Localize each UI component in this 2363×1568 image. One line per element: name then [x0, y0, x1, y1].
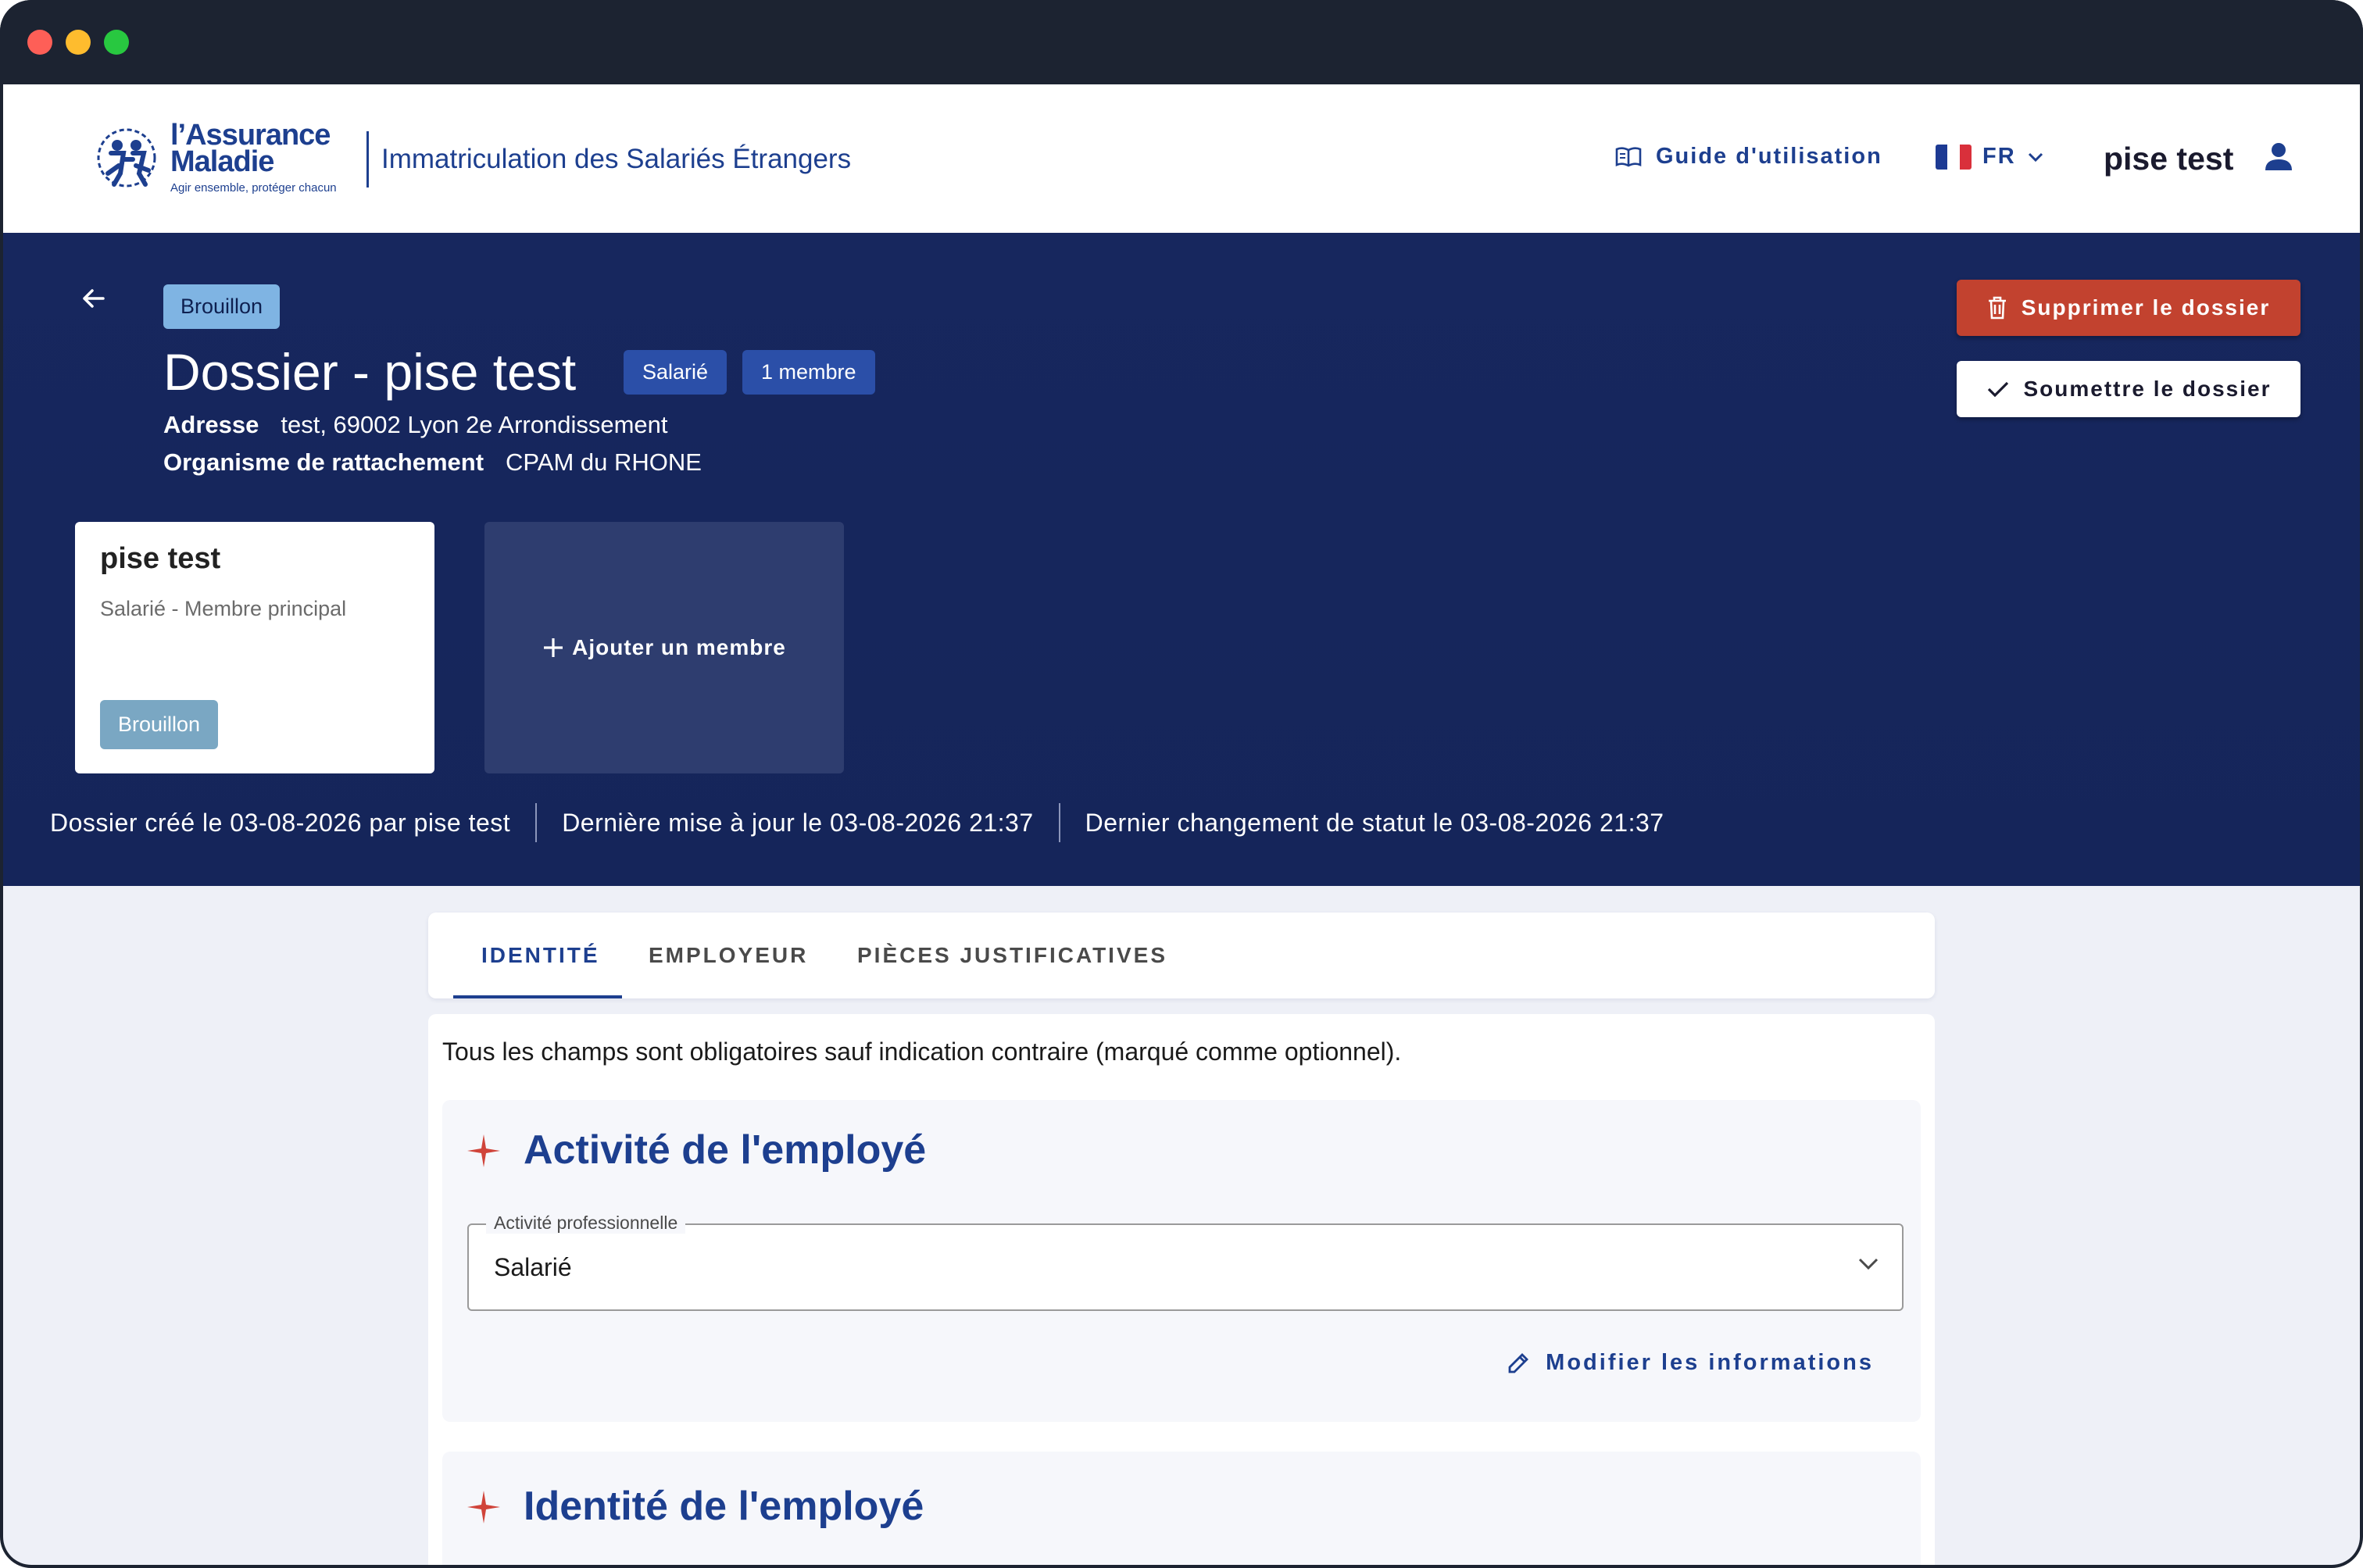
pencil-icon: [1508, 1352, 1529, 1373]
language-selector[interactable]: FR: [1936, 144, 2044, 170]
created-info: Dossier créé le 03-08-2026 par pise test: [50, 808, 511, 837]
delete-dossier-button[interactable]: Supprimer le dossier: [1957, 280, 2300, 336]
meta-divider: [535, 803, 538, 842]
submit-label: Soumettre le dossier: [2023, 377, 2272, 401]
dossier-meta: Dossier créé le 03-08-2026 par pise test…: [50, 803, 1664, 842]
dossier-hero: Brouillon Dossier - pise test Salarié 1 …: [3, 233, 2360, 886]
member-name: pise test: [100, 542, 221, 575]
member-status-badge: Brouillon: [100, 700, 219, 749]
add-member-button[interactable]: Ajouter un membre: [484, 522, 844, 773]
close-window-button[interactable]: [27, 30, 52, 55]
section-title: Activité de l'employé: [524, 1127, 927, 1173]
section-title: Identité de l'employé: [524, 1484, 924, 1529]
delete-label: Supprimer le dossier: [2021, 295, 2271, 320]
tab-employeur[interactable]: EMPLOYEUR: [649, 913, 808, 998]
status-badge: Brouillon: [163, 284, 281, 329]
active-tab-indicator: [453, 995, 622, 998]
activity-value: Salarié: [494, 1253, 572, 1281]
user-name[interactable]: pise test: [2104, 141, 2233, 177]
guide-label: Guide d'utilisation: [1656, 144, 1882, 169]
submit-dossier-button[interactable]: Soumettre le dossier: [1957, 361, 2300, 417]
add-member-label: Ajouter un membre: [572, 635, 786, 659]
sparkle-icon: [467, 1134, 500, 1167]
page-viewport: l’Assurance Maladie Agir ensemble, proté…: [3, 84, 2360, 1565]
organism-label: Organisme de rattachement: [163, 448, 484, 476]
window-titlebar: [0, 0, 2363, 84]
section-activite: Activité de l'employé Activité professio…: [442, 1100, 1921, 1422]
member-card[interactable]: pise test Salarié - Membre principal Bro…: [75, 522, 434, 773]
site-header: l’Assurance Maladie Agir ensemble, proté…: [3, 84, 2360, 233]
modify-info-link[interactable]: Modifier les informations: [1507, 1350, 1874, 1376]
status-changed-info: Dernier changement de statut le 03-08-20…: [1085, 808, 1664, 837]
chevron-down-icon: [1858, 1258, 1879, 1270]
activity-label: Activité professionnelle: [486, 1213, 686, 1234]
logo-emblem-icon: [97, 128, 156, 188]
maximize-window-button[interactable]: [104, 30, 129, 55]
browser-window: l’Assurance Maladie Agir ensemble, proté…: [0, 0, 2363, 1568]
person-icon[interactable]: [2263, 141, 2294, 172]
type-badge: Salarié: [624, 350, 727, 395]
members-count-badge: 1 membre: [742, 350, 875, 395]
tab-identite[interactable]: IDENTITÉ: [481, 913, 600, 998]
page-title: Dossier - pise test: [163, 343, 577, 401]
guide-link[interactable]: Guide d'utilisation: [1615, 144, 1882, 170]
assurance-maladie-logo[interactable]: l’Assurance Maladie Agir ensemble, proté…: [88, 119, 353, 205]
activity-select[interactable]: Activité professionnelle Salarié: [467, 1213, 1904, 1311]
book-icon: [1615, 146, 1642, 166]
address-label: Adresse: [163, 411, 259, 438]
language-label: FR: [1982, 144, 2016, 169]
organism-value: CPAM du RHONE: [506, 448, 702, 476]
arrow-left-icon[interactable]: [78, 283, 109, 314]
form-note: Tous les champs sont obligatoires sauf i…: [442, 1038, 1402, 1066]
check-icon: [1987, 381, 2008, 398]
section-identite: Identité de l'employé: [442, 1452, 1921, 1565]
logo-line-2: Maladie: [170, 145, 274, 178]
updated-info: Dernière mise à jour le 03-08-2026 21:37: [562, 808, 1034, 837]
meta-divider: [1058, 803, 1060, 842]
plus-icon: [544, 638, 563, 657]
trash-icon: [1988, 296, 2006, 320]
modify-label: Modifier les informations: [1546, 1350, 1874, 1375]
member-role: Salarié - Membre principal: [100, 597, 347, 620]
address-value: test, 69002 Lyon 2e Arrondissement: [281, 411, 668, 438]
minimize-window-button[interactable]: [66, 30, 91, 55]
tabs-bar: IDENTITÉ EMPLOYEUR PIÈCES JUSTIFICATIVES: [428, 913, 1935, 998]
chevron-down-icon: [2028, 152, 2043, 162]
sparkle-icon: [467, 1491, 500, 1523]
app-title: Immatriculation des Salariés Étrangers: [381, 144, 852, 174]
organism-row: Organisme de rattachement CPAM du RHONE: [163, 448, 702, 477]
address-row: Adresse test, 69002 Lyon 2e Arrondissemen…: [163, 411, 668, 439]
france-flag-icon: [1936, 144, 1972, 170]
logo-tagline: Agir ensemble, protéger chacun: [170, 181, 337, 195]
header-divider: [366, 131, 369, 188]
tab-pieces-justificatives[interactable]: PIÈCES JUSTIFICATIVES: [857, 913, 1167, 998]
form-card: Tous les champs sont obligatoires sauf i…: [428, 1014, 1935, 1565]
